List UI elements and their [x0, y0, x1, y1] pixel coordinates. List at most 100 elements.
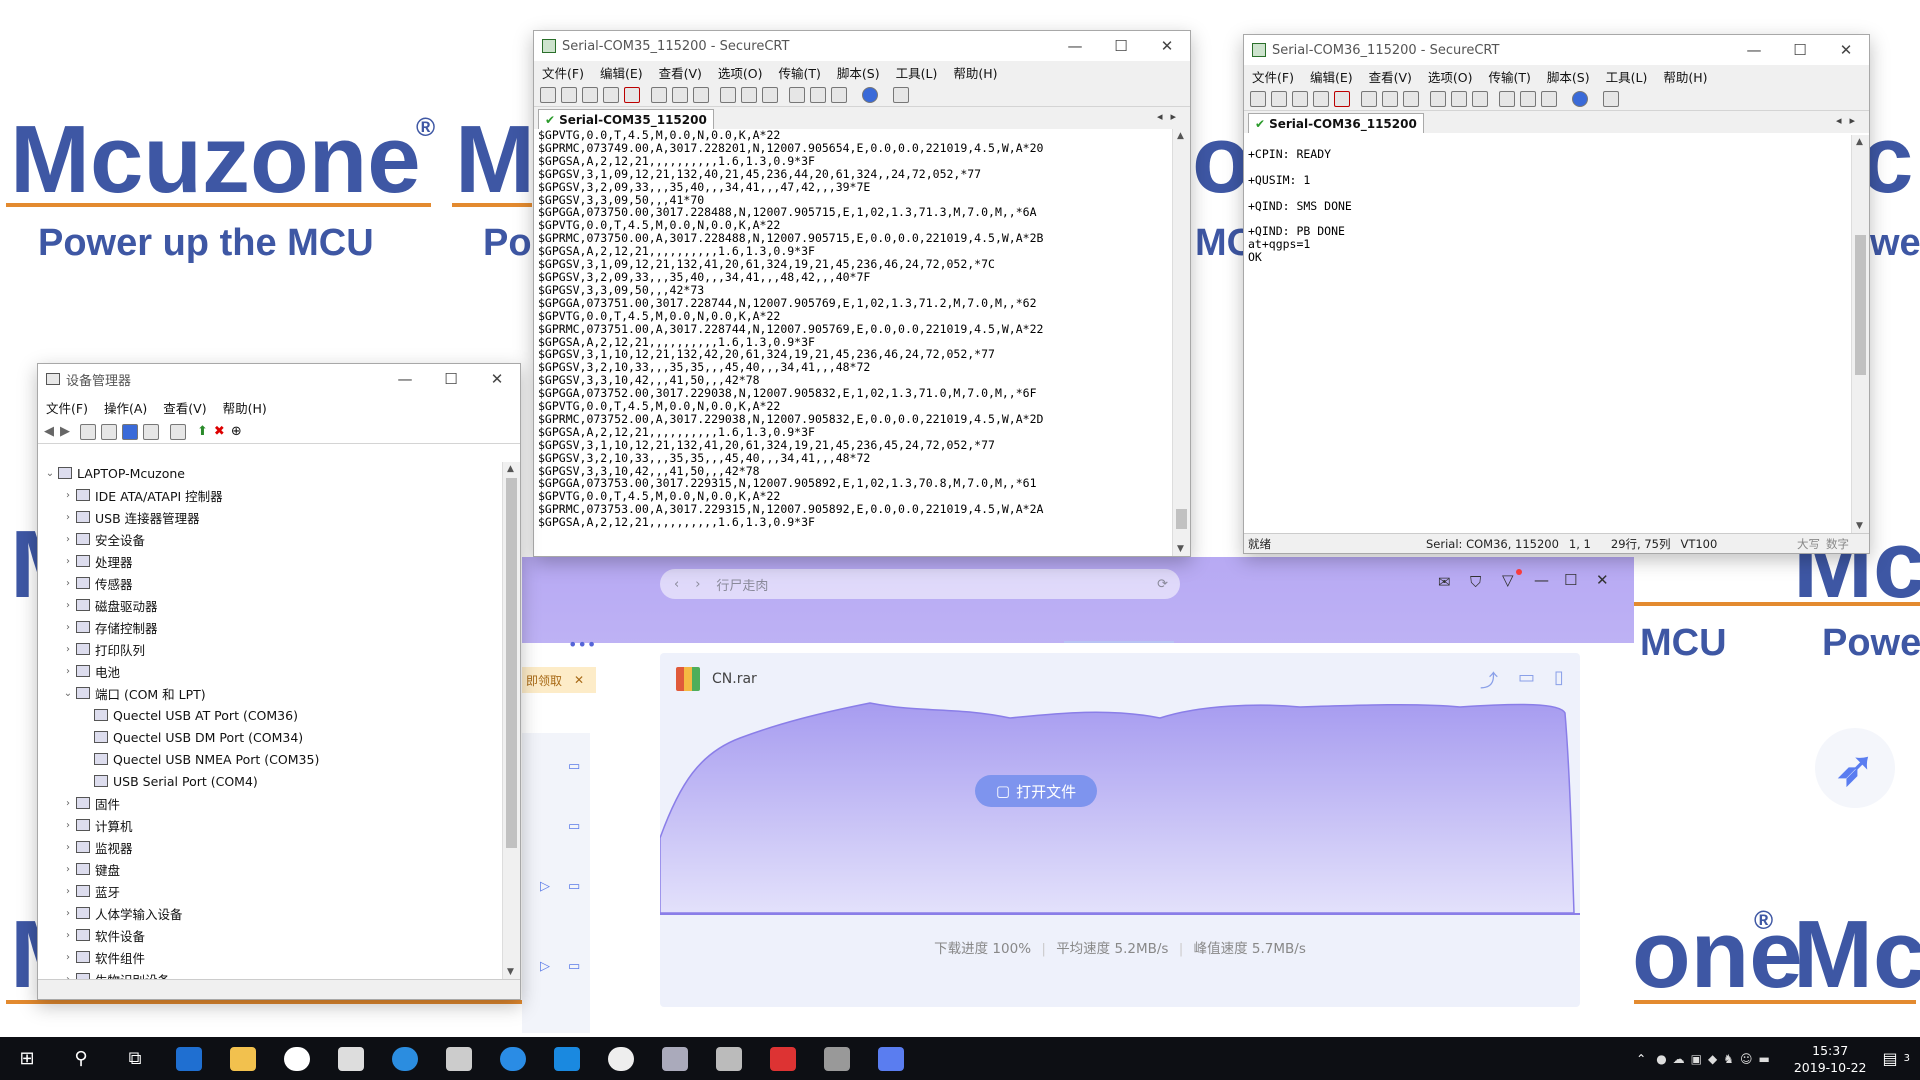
menu-help[interactable]: 帮助(H) [223, 398, 267, 417]
forward-icon[interactable]: › [695, 577, 700, 592]
action-center-icon[interactable]: ▤ [1883, 1049, 1898, 1068]
task-view-icon[interactable]: ⧉ [115, 1044, 155, 1074]
securecrt-task-icon[interactable] [817, 1044, 857, 1074]
tab-scroll-arrows[interactable]: ◂▸ [1836, 114, 1863, 127]
quick-connect-icon[interactable] [1271, 90, 1287, 107]
search-icon[interactable]: ⚲ [61, 1044, 101, 1074]
terminal-output[interactable]: +CPIN: READY +QUSIM: 1 +QIND: SMS DONE +… [1244, 135, 1851, 533]
scan-hardware-icon[interactable] [170, 423, 186, 440]
expand-chevron-icon[interactable]: › [60, 534, 76, 545]
tree-category[interactable]: › 软件设备 [38, 924, 502, 946]
menu-transfer[interactable]: 传输(T) [779, 63, 821, 82]
terminal-scrollbar[interactable]: ▲ ▼ [1172, 129, 1190, 556]
tree-port-item[interactable]: Quectel USB NMEA Port (COM35) [38, 748, 502, 770]
collapse-chevron-icon[interactable]: ⌄ [60, 688, 76, 699]
clock[interactable]: 15:37 2019-10-22 [1794, 1042, 1867, 1076]
close-button[interactable]: ✕ [1823, 35, 1869, 65]
menu-edit[interactable]: 编辑(E) [1310, 67, 1353, 86]
expand-chevron-icon[interactable]: › [60, 666, 76, 677]
share-icon[interactable]: ⤴ [1480, 667, 1498, 693]
network-device-icon[interactable] [655, 1044, 695, 1074]
expand-chevron-icon[interactable]: › [60, 864, 76, 875]
copy-icon[interactable] [1361, 90, 1377, 107]
tray-icons[interactable]: ●☁▣◆♞☺▬ [1656, 1052, 1776, 1066]
copy-icon[interactable] [651, 86, 667, 103]
scrollbar-thumb[interactable] [1176, 509, 1187, 529]
back-icon[interactable]: ‹ [674, 577, 679, 592]
session-tab[interactable]: ✔ Serial-COM35_115200 [538, 109, 714, 129]
terminal-scrollbar[interactable]: ▲ ▼ [1851, 135, 1869, 533]
scroll-up-arrow[interactable]: ▲ [507, 464, 514, 474]
uninstall-icon[interactable]: ✖ [214, 424, 225, 439]
quick-connect-icon[interactable] [561, 86, 577, 103]
tree-port-item[interactable]: Quectel USB AT Port (COM36) [38, 704, 502, 726]
help-icon[interactable] [1572, 90, 1588, 107]
connect-icon[interactable] [540, 86, 556, 103]
session-options-icon[interactable] [789, 86, 805, 103]
sftp-icon[interactable] [1603, 90, 1619, 107]
menu-options[interactable]: 选项(O) [1428, 67, 1473, 86]
scrollbar-thumb[interactable] [1855, 235, 1866, 375]
title-bar[interactable]: Serial-COM35_115200 - SecureCRT — ☐ ✕ [534, 31, 1190, 61]
tree-category[interactable]: › 软件组件 [38, 946, 502, 968]
expand-chevron-icon[interactable]: › [60, 842, 76, 853]
expand-chevron-icon[interactable]: › [60, 820, 76, 831]
print-icon[interactable] [1430, 90, 1446, 107]
connect-tab-icon[interactable] [1292, 90, 1308, 107]
session-tab[interactable]: ✔ Serial-COM36_115200 [1248, 113, 1424, 133]
tree-category[interactable]: › 计算机 [38, 814, 502, 836]
find-icon[interactable] [693, 86, 709, 103]
edge-icon[interactable] [169, 1044, 209, 1074]
scroll-up-arrow[interactable]: ▲ [1177, 131, 1184, 141]
play-icon-2[interactable]: ▷ [540, 959, 550, 974]
expand-chevron-icon[interactable]: › [60, 622, 76, 633]
tree-category[interactable]: › 人体学输入设备 [38, 902, 502, 924]
minimize-button[interactable]: — [1731, 35, 1777, 65]
expand-chevron-icon[interactable]: › [60, 798, 76, 809]
app-u-icon[interactable] [547, 1044, 587, 1074]
menu-edit[interactable]: 编辑(E) [600, 63, 643, 82]
file-explorer-icon[interactable] [223, 1044, 263, 1074]
menu-action[interactable]: 操作(A) [104, 398, 147, 417]
browser-icon[interactable] [385, 1044, 425, 1074]
keymap-icon[interactable] [1541, 90, 1557, 107]
tree-category[interactable]: › 蓝牙 [38, 880, 502, 902]
print-selection-icon[interactable] [1472, 90, 1488, 107]
expand-chevron-icon[interactable]: › [60, 490, 76, 501]
maximize-button[interactable]: ☐ [428, 364, 474, 394]
search-input[interactable]: 行尸走肉 [716, 575, 1157, 594]
enable-device-icon[interactable]: ⊕ [231, 424, 242, 439]
update-driver-icon[interactable]: ⬆ [197, 424, 208, 439]
menu-tools[interactable]: 工具(L) [896, 63, 938, 82]
menu-view[interactable]: 查看(V) [1369, 67, 1412, 86]
print-icon[interactable] [720, 86, 736, 103]
tree-category[interactable]: › 存储控制器 [38, 616, 502, 638]
mail-icon[interactable]: ✉ [1438, 573, 1451, 591]
scrollbar-thumb[interactable] [506, 478, 517, 848]
disconnect-icon[interactable] [1334, 90, 1350, 107]
tree-category[interactable]: › IDE ATA/ATAPI 控制器 [38, 484, 502, 506]
menu-view[interactable]: 查看(V) [163, 398, 206, 417]
reconnect-icon[interactable] [1313, 90, 1329, 107]
help-icon[interactable] [122, 423, 138, 440]
minimize-button[interactable]: — [1052, 31, 1098, 61]
details-icon[interactable] [143, 423, 159, 440]
expand-chevron-icon[interactable]: › [60, 930, 76, 941]
open-file-button[interactable]: ▢ 打开文件 [975, 775, 1097, 807]
promo-banner[interactable]: 即领取 ✕ [522, 667, 596, 693]
search-bar[interactable]: ‹ › 行尸走肉 ⟳ [660, 569, 1180, 599]
minimize-button[interactable]: — [382, 364, 428, 394]
view-icon[interactable] [101, 423, 117, 440]
global-options-icon[interactable] [1520, 90, 1536, 107]
folder-icon-4[interactable]: ▭ [568, 959, 580, 974]
folder-icon-1[interactable]: ▭ [568, 759, 580, 774]
scroll-down-arrow[interactable]: ▼ [1856, 521, 1863, 531]
menu-tools[interactable]: 工具(L) [1606, 67, 1648, 86]
tree-scrollbar[interactable]: ▲ ▼ [502, 462, 520, 979]
back-icon[interactable]: ◀ [44, 424, 54, 439]
expand-chevron-icon[interactable]: › [60, 952, 76, 963]
help-icon[interactable] [862, 86, 878, 103]
baidu-netdisk-icon[interactable] [277, 1044, 317, 1074]
mcuzone-icon[interactable] [601, 1044, 641, 1074]
disconnect-icon[interactable] [624, 86, 640, 103]
